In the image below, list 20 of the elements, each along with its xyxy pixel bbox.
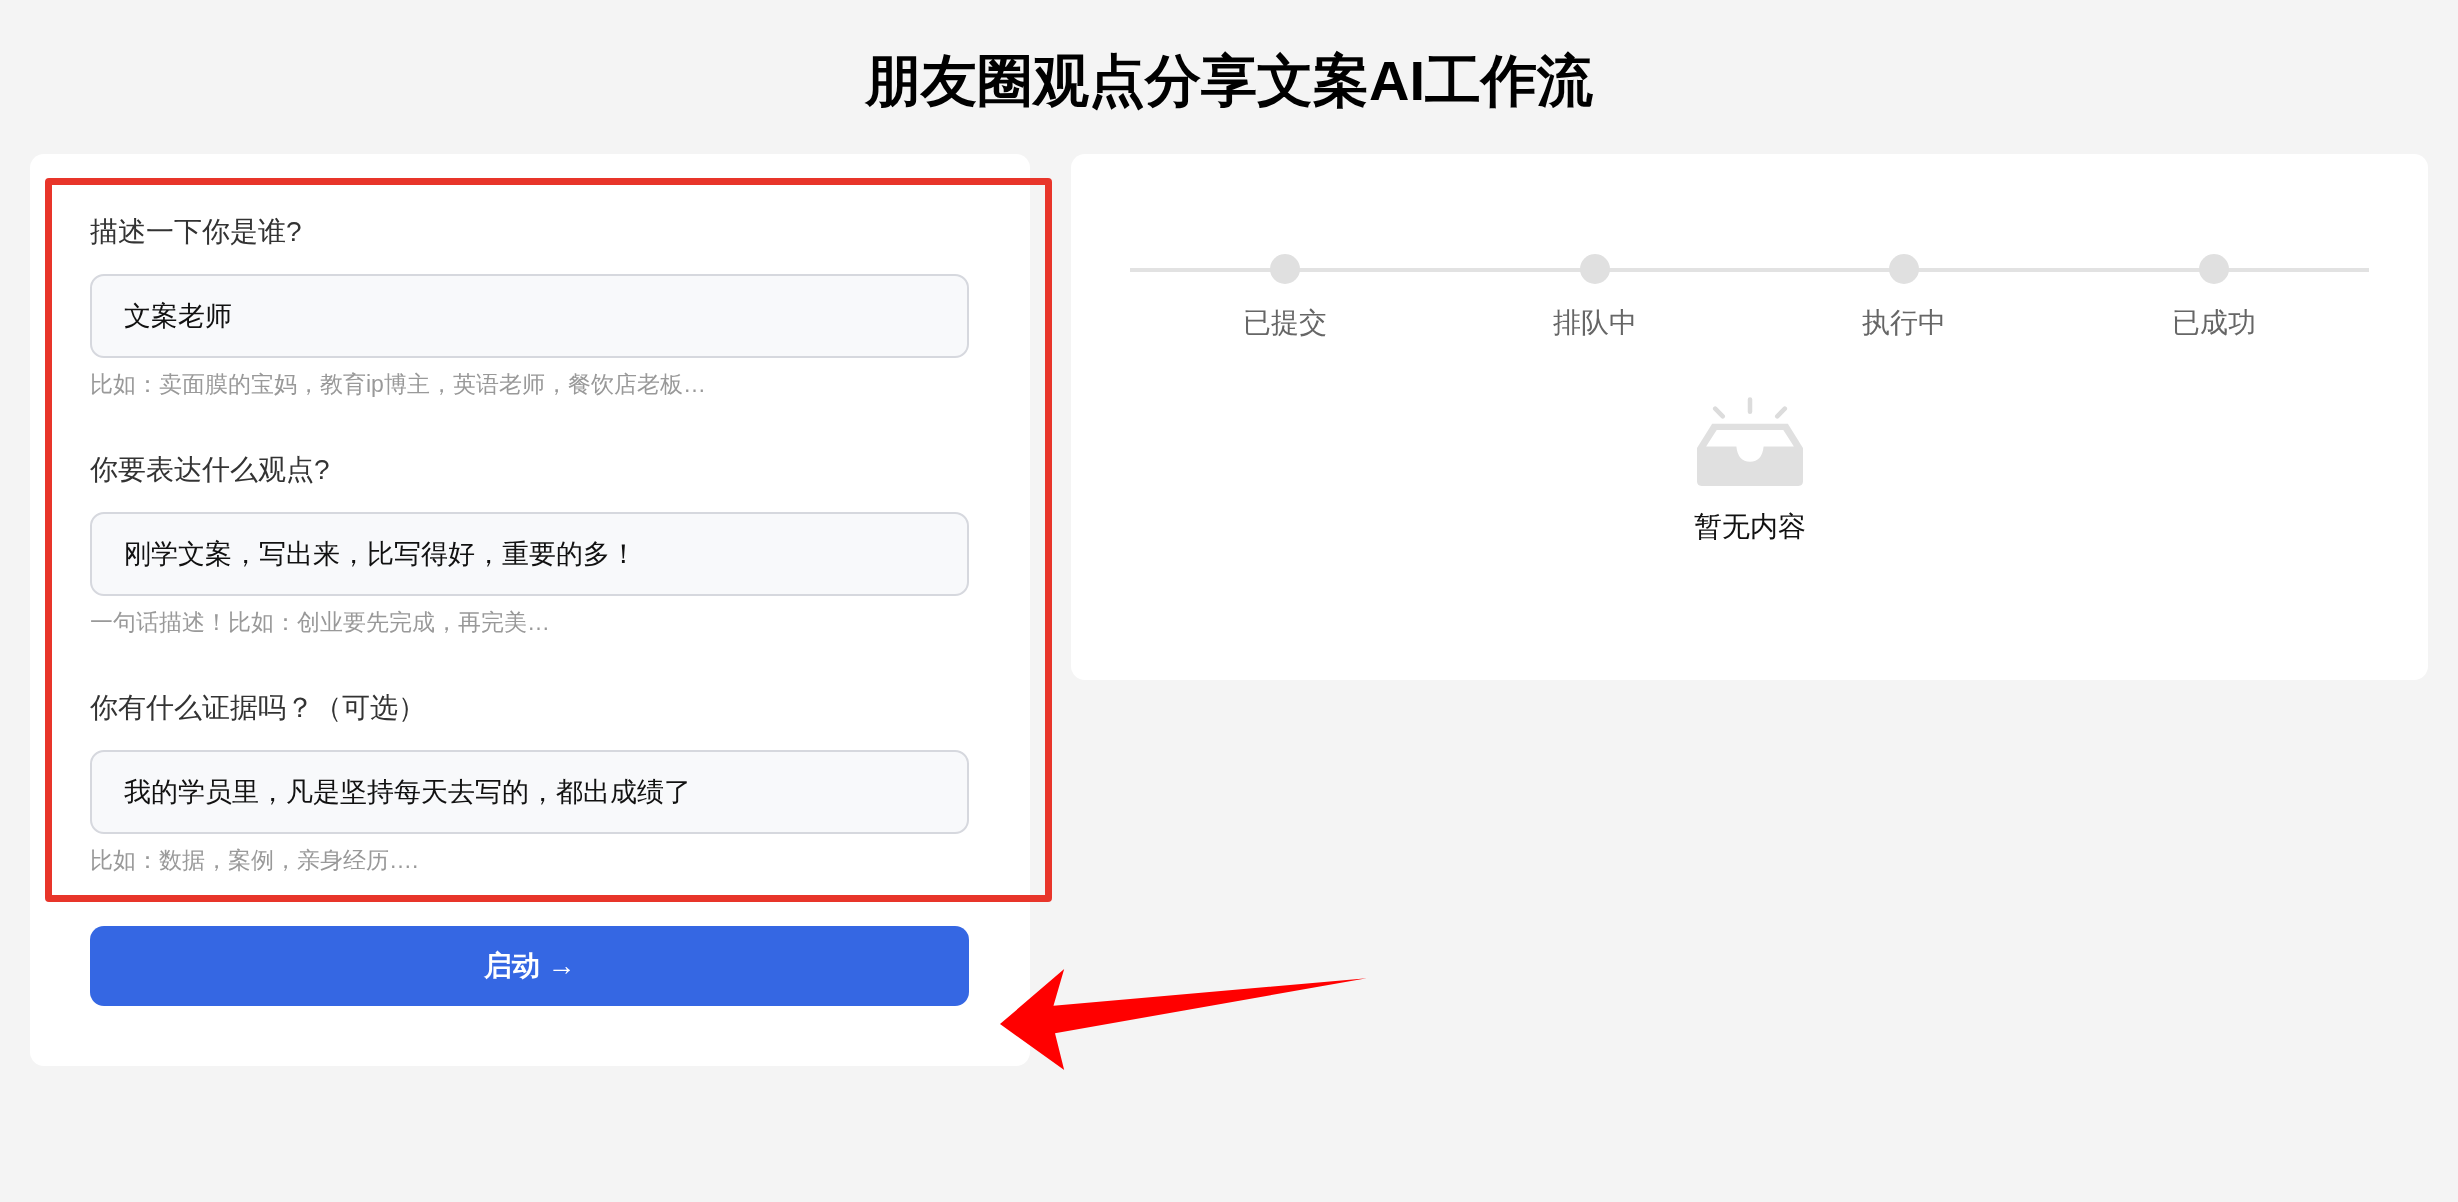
field-hint: 比如：卖面膜的宝妈，教育ip博主，英语老师，餐饮店老板…: [90, 370, 707, 399]
field-label: 描述一下你是谁?: [90, 215, 303, 249]
field-hint: 一句话描述！比如：创业要先完成，再完美…: [90, 608, 551, 637]
step-dot: [1579, 254, 1610, 284]
step-label: 已提交: [1242, 306, 1327, 340]
input-field[interactable]: 刚学文案，写出来，比写得好，重要的多！: [90, 512, 969, 596]
step-dot: [1269, 254, 1300, 284]
step-label: 排队中: [1552, 306, 1637, 340]
step-label: 已成功: [2172, 306, 2257, 340]
step-label: 执行中: [1862, 306, 1947, 340]
field-label: 你有什么证据吗？（可选）: [90, 691, 427, 725]
field-label: 你要表达什么观点?: [90, 453, 331, 487]
field-hint: 比如：数据，案例，亲身经历….: [90, 846, 420, 875]
page-title: 朋友圈观点分享文案AI工作流: [864, 48, 1594, 114]
step-dot: [1889, 254, 1920, 284]
input-field[interactable]: 我的学员里，凡是坚持每天去写的，都出成绩了: [90, 750, 969, 834]
step-dot: [2199, 254, 2230, 284]
input-field[interactable]: 文案老师: [90, 274, 969, 358]
empty-message: 暂无内容: [1693, 510, 1806, 544]
start-button[interactable]: 启动 →: [90, 926, 969, 1006]
